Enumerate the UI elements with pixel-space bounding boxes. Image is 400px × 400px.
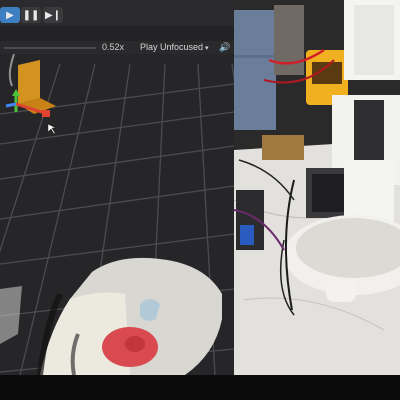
chevron-down-icon: ▾ bbox=[205, 45, 209, 52]
z-axis-handle[interactable] bbox=[5, 102, 17, 108]
play-mode-label: Play Unfocused bbox=[140, 42, 204, 52]
time-scale-slider[interactable] bbox=[4, 47, 96, 49]
step-button[interactable]: ▶❙ bbox=[43, 7, 63, 23]
play-button[interactable]: ▶ bbox=[0, 7, 20, 23]
play-icon: ▶ bbox=[6, 9, 14, 21]
camera-feed-panel bbox=[234, 0, 400, 375]
speaker-icon[interactable]: 🔊 bbox=[219, 41, 230, 54]
play-toolbar: ▶ ❚❚ ▶❙ bbox=[0, 0, 234, 26]
letterbox-bar bbox=[0, 375, 400, 400]
step-icon: ▶❙ bbox=[44, 9, 62, 21]
time-scale-value: 0.52x bbox=[102, 42, 125, 52]
scene-viewport[interactable] bbox=[0, 54, 234, 375]
game-view-bar: 0.52x Play Unfocused ▾ 🔊 bbox=[0, 41, 234, 54]
robot-arm-photo bbox=[234, 0, 400, 375]
play-mode-dropdown[interactable]: Play Unfocused ▾ bbox=[140, 41, 209, 55]
unity-game-view: ▶ ❚❚ ▶❙ 0.52x Play Unfocused ▾ 🔊 bbox=[0, 0, 234, 375]
pause-button[interactable]: ❚❚ bbox=[21, 7, 41, 23]
pause-icon: ❚❚ bbox=[22, 9, 40, 21]
